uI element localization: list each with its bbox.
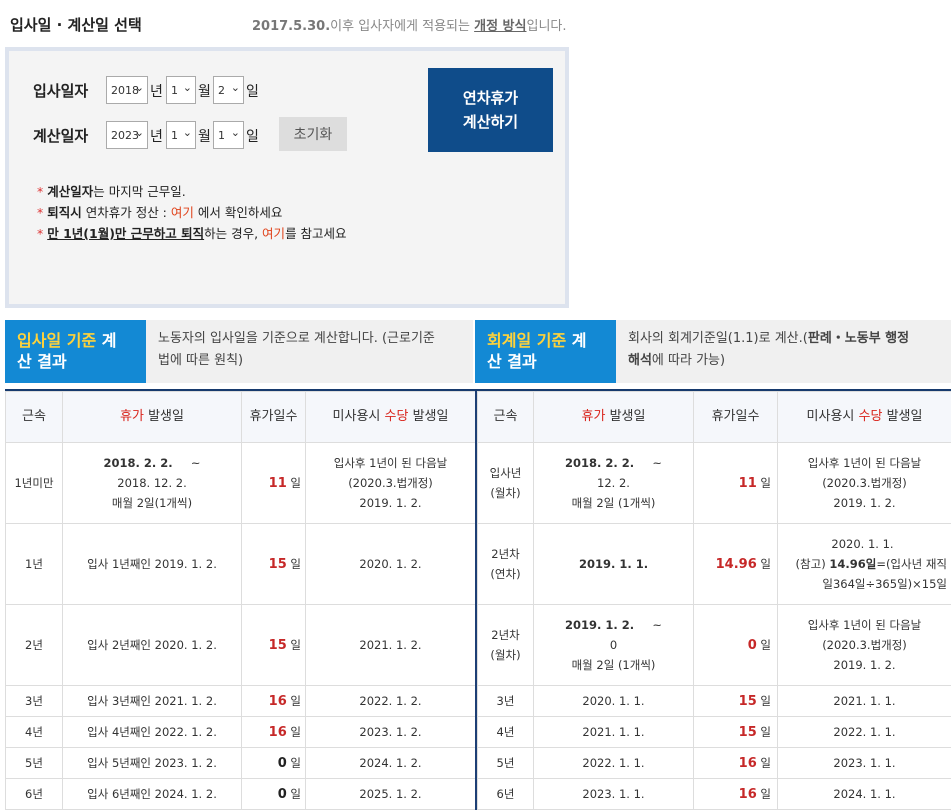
table-row: 2년차 (월차) 2019. 1. 2. ~0 매월 2일 (1개씩) 0 일 입사…	[477, 604, 951, 686]
col-unused-pay-date: 미사용시 수당 발생일	[777, 391, 951, 443]
year-unit: 년	[150, 84, 163, 100]
chevron-down-icon: ⌄	[230, 81, 240, 94]
calc-day-select[interactable]: 1 ⌄	[213, 121, 244, 149]
reset-button[interactable]: 초기화	[279, 117, 347, 151]
col-tenure: 근속	[5, 391, 63, 443]
table-row: 3년 2020. 1. 1. 15 일 2021. 1. 1.	[477, 685, 951, 717]
table-row: 4년 2021. 1. 1. 15 일 2022. 1. 1.	[477, 716, 951, 748]
col-tenure: 근속	[477, 391, 534, 443]
month-unit: 월	[198, 84, 211, 100]
table-row: 1년미만 2018. 2. 2. ~2018. 12. 2. 매월 2일(1개씩)…	[5, 442, 476, 524]
chevron-down-icon: ⌄	[134, 126, 144, 139]
col-leave-date: 휴가 발생일	[533, 391, 694, 443]
month-unit: 월	[198, 129, 211, 145]
revision-notice: 2017.5.30.이후 입사자에게 적용되는 개정 방식입니다.	[252, 15, 567, 34]
col-leave-days: 휴가일수	[241, 391, 306, 443]
hire-date-label: 입사일자	[33, 82, 89, 100]
page-title: 입사일 · 계산일 선택	[10, 16, 142, 34]
table-row: 5년 입사 5년째인 2023. 1. 2. 0 일 2024. 1. 2.	[5, 747, 476, 779]
calc-year-select[interactable]: 2023 ⌄	[106, 121, 148, 149]
date-input-panel: 입사일자 2018 ⌄ 년 1 ⌄ 월 2 ⌄ 일 계산일자 2023 ⌄ 년 1 ⌄ 월…	[5, 47, 569, 308]
col-unused-pay-date: 미사용시 수당 발생일	[305, 391, 476, 443]
notice-text: 이후 입사자에게 적용되는	[330, 19, 475, 34]
notice-date: 2017.5.30.	[252, 19, 331, 34]
revision-method-link[interactable]: 개정 방식	[474, 19, 526, 34]
chevron-down-icon: ⌄	[182, 81, 192, 94]
table-row: 3년 입사 3년째인 2021. 1. 2. 16 일 2022. 1. 2.	[5, 685, 476, 717]
note-3: * 만 1년(1월)만 근무하고 퇴직하는 경우, 여기를 참고세요	[37, 226, 347, 241]
one-year-link[interactable]: 여기	[262, 226, 285, 241]
tab-fiscal-date-basis[interactable]: 회계일 기준 계 산 결과	[475, 320, 616, 383]
retirement-link[interactable]: 여기	[171, 205, 194, 220]
col-leave-date: 휴가 발생일	[62, 391, 242, 443]
chevron-down-icon: ⌄	[230, 126, 240, 139]
table-header-row: 근속 휴가 발생일 휴가일수 미사용시 수당 발생일	[477, 391, 951, 443]
notes: * 계산일자는 마지막 근무일. * 퇴직시 연차휴가 정산 : 여기 에서 확…	[37, 181, 347, 244]
table-row: 6년 입사 6년째인 2024. 1. 2. 0 일 2025. 1. 2.	[5, 778, 476, 810]
table-row: 1년 입사 1년째인 2019. 1. 2. 15 일 2020. 1. 2.	[5, 523, 476, 605]
day-unit: 일	[246, 84, 259, 100]
day-unit: 일	[246, 129, 259, 145]
hire-day-select[interactable]: 2 ⌄	[213, 76, 244, 104]
hire-date-result-header: 입사일 기준 계 산 결과 노동자의 입사일을 기준으로 계산합니다. (근로기…	[5, 320, 473, 383]
table-row: 2년차 (연차) 2019. 1. 1. 14.96 일 2020. 1. 1.(…	[477, 523, 951, 605]
calculate-leave-button[interactable]: 연차휴가 계산하기	[428, 68, 553, 152]
year-unit: 년	[150, 129, 163, 145]
note-1: * 계산일자는 마지막 근무일.	[37, 184, 186, 199]
table-row: 2년 입사 2년째인 2020. 1. 2. 15 일 2021. 1. 2.	[5, 604, 476, 686]
fiscal-date-result-table: 근속 휴가 발생일 휴가일수 미사용시 수당 발생일 입사년 (월차) 2018.…	[477, 391, 951, 810]
chevron-down-icon: ⌄	[182, 126, 192, 139]
hire-month-select[interactable]: 1 ⌄	[166, 76, 196, 104]
chevron-down-icon: ⌄	[134, 81, 144, 94]
note-2: * 퇴직시 연차휴가 정산 : 여기 에서 확인하세요	[37, 205, 283, 220]
hire-date-description: 노동자의 입사일을 기준으로 계산합니다. (근로기준 법에 따른 원칙)	[158, 331, 435, 368]
result-tables: 근속 휴가 발생일 휴가일수 미사용시 수당 발생일 1년미만 2018. 2.…	[5, 389, 951, 810]
hire-year-select[interactable]: 2018 ⌄	[106, 76, 148, 104]
calc-month-select[interactable]: 1 ⌄	[166, 121, 196, 149]
table-header-row: 근속 휴가 발생일 휴가일수 미사용시 수당 발생일	[5, 391, 476, 443]
fiscal-date-description: 회사의 회계기준일(1.1)로 계산.(판례・노동부 행정 해석에 따라 가능)	[628, 331, 910, 368]
hire-date-result-table: 근속 휴가 발생일 휴가일수 미사용시 수당 발생일 1년미만 2018. 2.…	[5, 391, 476, 810]
tab-hire-date-basis[interactable]: 입사일 기준 계 산 결과	[5, 320, 146, 383]
col-leave-days: 휴가일수	[693, 391, 778, 443]
calc-date-label: 계산일자	[33, 127, 89, 145]
table-row: 4년 입사 4년째인 2022. 1. 2. 16 일 2023. 1. 2.	[5, 716, 476, 748]
table-row: 입사년 (월차) 2018. 2. 2. ~12. 2. 매월 2일 (1개씩) 1…	[477, 442, 951, 524]
table-row: 6년 2023. 1. 1. 16 일 2024. 1. 1.	[477, 778, 951, 810]
table-row: 5년 2022. 1. 1. 16 일 2023. 1. 1.	[477, 747, 951, 779]
notice-end: 입니다.	[526, 19, 567, 34]
fiscal-date-result-header: 회계일 기준 계 산 결과 회사의 회계기준일(1.1)로 계산.(판례・노동부…	[475, 320, 951, 383]
